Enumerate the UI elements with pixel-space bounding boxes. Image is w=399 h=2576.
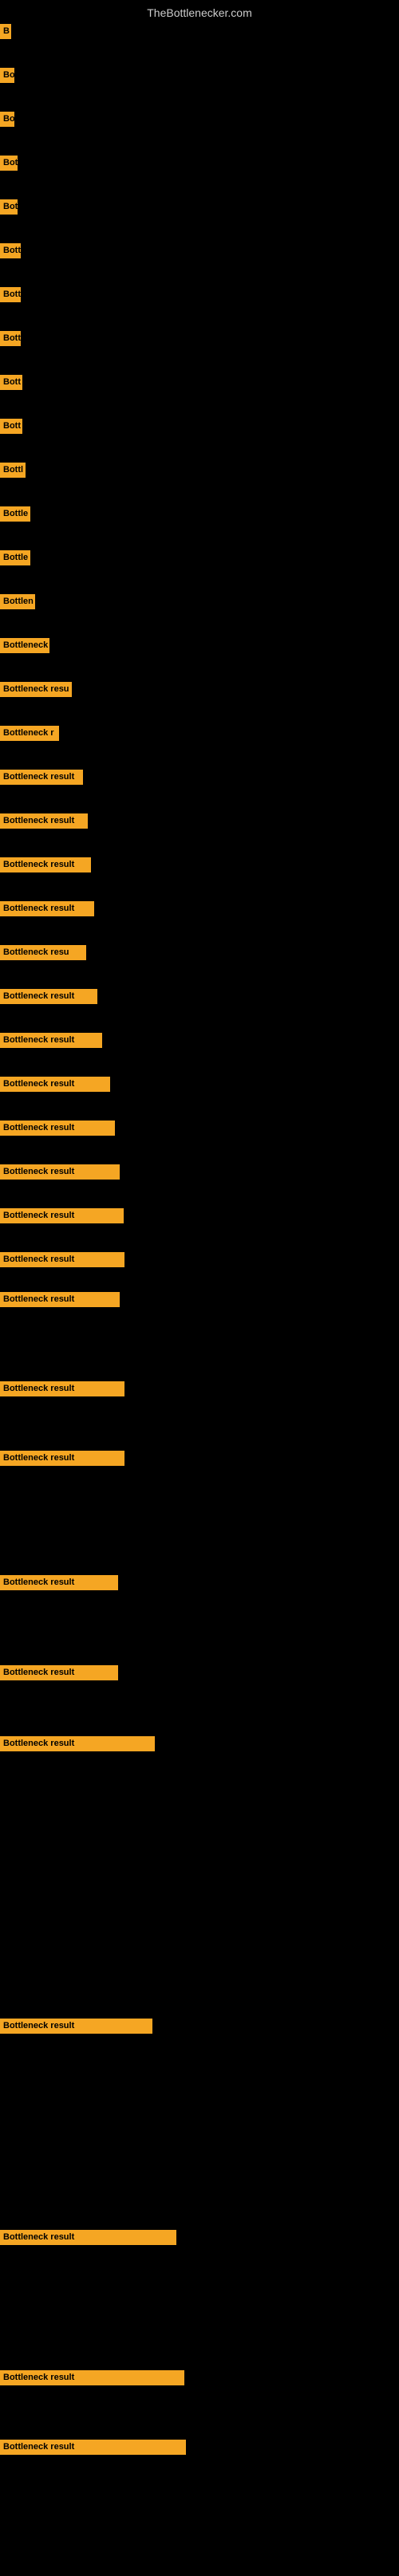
bar-row: Bottleneck r <box>0 726 59 741</box>
bar-row: Bottleneck result <box>0 1033 102 1048</box>
bar-row: Bott <box>0 287 21 302</box>
bar-row: Bottleneck result <box>0 901 94 916</box>
bar-label: Bottleneck result <box>0 1252 124 1267</box>
bar-row: Bottleneck resu <box>0 945 86 960</box>
bar-label: Bott <box>0 419 22 434</box>
bar-row: Bottl <box>0 463 26 478</box>
bar-label: Bottleneck result <box>0 2440 186 2455</box>
bar-label: Bottleneck result <box>0 989 97 1004</box>
bar-label: Bottleneck result <box>0 1164 120 1180</box>
bar-label: Bottleneck result <box>0 1292 120 1307</box>
bar-label: Bottleneck result <box>0 1736 155 1751</box>
bar-row: Bot <box>0 156 18 171</box>
bar-label: Bottleneck result <box>0 813 88 829</box>
bar-row: Bottleneck result <box>0 2440 186 2455</box>
bar-row: B <box>0 24 11 39</box>
bar-label: Bo <box>0 112 14 127</box>
bar-label: Bott <box>0 287 21 302</box>
bar-label: Bott <box>0 243 21 258</box>
bar-row: Bo <box>0 68 14 83</box>
bar-row: Bottleneck result <box>0 1208 124 1223</box>
bar-row: Bottleneck result <box>0 2230 176 2245</box>
bar-label: Bottleneck result <box>0 1451 124 1466</box>
bar-label: Bottle <box>0 506 30 522</box>
bar-row: Bottleneck result <box>0 1451 124 1466</box>
bar-row: Bottleneck result <box>0 1252 124 1267</box>
bar-row: Bottleneck result <box>0 857 91 872</box>
bar-label: Bottle <box>0 550 30 565</box>
bar-label: Bottl <box>0 463 26 478</box>
bar-row: Bottleneck result <box>0 2370 184 2385</box>
bar-row: Bottleneck result <box>0 1164 120 1180</box>
site-title: TheBottlenecker.com <box>0 0 399 22</box>
bar-label: Bottleneck result <box>0 770 83 785</box>
bar-label: Bott <box>0 375 22 390</box>
bar-label: Bottleneck result <box>0 1033 102 1048</box>
bar-row: Bottleneck result <box>0 813 88 829</box>
bar-row: Bo <box>0 112 14 127</box>
bar-label: Bottleneck result <box>0 1121 115 1136</box>
bar-label: Bottleneck <box>0 638 49 653</box>
bar-label: B <box>0 24 11 39</box>
bar-label: Bottleneck result <box>0 2019 152 2034</box>
bar-row: Bottleneck result <box>0 989 97 1004</box>
bar-row: Bottleneck <box>0 638 49 653</box>
bar-row: Bottleneck result <box>0 770 83 785</box>
bar-row: Bott <box>0 375 22 390</box>
bar-row: Bot <box>0 199 18 215</box>
bar-row: Bott <box>0 243 21 258</box>
bar-label: Bot <box>0 199 18 215</box>
bar-label: Bottleneck result <box>0 1665 118 1680</box>
bar-label: Bottlen <box>0 594 35 609</box>
bar-label: Bottleneck r <box>0 726 59 741</box>
bar-row: Bottleneck result <box>0 1077 110 1092</box>
bar-label: Bo <box>0 68 14 83</box>
bar-row: Bottleneck result <box>0 1121 115 1136</box>
bar-row: Bottleneck resu <box>0 682 72 697</box>
bar-label: Bottleneck result <box>0 1208 124 1223</box>
bar-label: Bottleneck result <box>0 857 91 872</box>
bar-label: Bot <box>0 156 18 171</box>
bars-container: B Bo Bo Bot Bot Bott Bott Bott Bott Bott Bottl Bott… <box>0 24 399 2576</box>
bar-row: Bottleneck result <box>0 1665 118 1680</box>
bar-row: Bottleneck result <box>0 2019 152 2034</box>
bar-label: Bottleneck result <box>0 2230 176 2245</box>
bar-row: Bottle <box>0 550 30 565</box>
bar-label: Bottleneck result <box>0 1381 124 1396</box>
bar-label: Bottleneck result <box>0 901 94 916</box>
bar-label: Bottleneck result <box>0 1575 118 1590</box>
bar-row: Bottleneck result <box>0 1381 124 1396</box>
bar-row: Bott <box>0 419 22 434</box>
bar-row: Bottleneck result <box>0 1575 118 1590</box>
bar-label: Bott <box>0 331 21 346</box>
bar-label: Bottleneck result <box>0 1077 110 1092</box>
bar-row: Bott <box>0 331 21 346</box>
bar-label: Bottleneck resu <box>0 682 72 697</box>
bar-row: Bottleneck result <box>0 1292 120 1307</box>
bar-row: Bottlen <box>0 594 35 609</box>
bar-label: Bottleneck resu <box>0 945 86 960</box>
bar-row: Bottleneck result <box>0 1736 155 1751</box>
bar-row: Bottle <box>0 506 30 522</box>
bar-label: Bottleneck result <box>0 2370 184 2385</box>
